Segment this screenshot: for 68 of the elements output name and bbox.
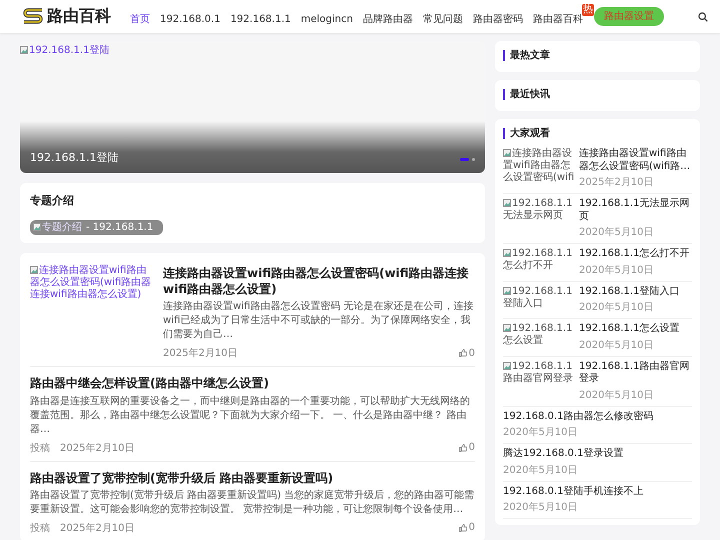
widget-title: 最热文章 xyxy=(503,50,692,61)
post-title[interactable]: 腾达192.168.0.1登录设置 xyxy=(503,448,692,460)
nav-link[interactable]: 首页 xyxy=(125,12,155,26)
broken-image-icon xyxy=(503,249,511,257)
post-date: 2020年5月10日 xyxy=(579,226,655,239)
like-count: 0 xyxy=(468,348,475,359)
broken-image-icon xyxy=(503,286,511,294)
post-title[interactable]: 192.168.1.1怎么打不开 xyxy=(579,248,692,260)
broken-image-icon xyxy=(503,199,511,207)
article-title[interactable]: 路由器中继会怎样设置(路由器中继怎么设置) xyxy=(30,375,475,392)
post-date: 2020年5月10日 xyxy=(579,338,655,352)
article-excerpt: 路由器是连接互联网的重要设备之一，而中继则是路由器的一个重要功能，可以帮助扩大无线网络的覆盖范围。那么，路由器中继怎么设置呢？下面就为大家介绍一下。 一、什么是路由器中继？ 路由器… xyxy=(30,394,471,437)
like-count: 0 xyxy=(468,522,475,534)
nav-link[interactable]: 常见问题 xyxy=(418,12,468,26)
post-title[interactable]: 192.168.1.1路由器官网登录 xyxy=(579,360,692,386)
broken-image-icon xyxy=(503,362,511,370)
article-date: 2025年2月10日 xyxy=(60,442,135,455)
thumbs-up-icon[interactable] xyxy=(458,524,467,532)
article-title[interactable]: 路由器设置了宽带控制(宽带升级后 路由器要重新设置吗) xyxy=(30,470,475,486)
image-alt-text[interactable]: 192.168.1.1怎么打不开 xyxy=(503,248,575,276)
article-author[interactable]: 投稿 xyxy=(30,520,50,535)
article-author[interactable]: 投稿 xyxy=(30,440,50,455)
image-alt-text[interactable]: 192.168.1.1无法显示网页 xyxy=(503,198,575,239)
article-excerpt: 连接路由器设置wifi路由器怎么设置密码 无论是在家还是在公司，连接wifi已经成为了日常生活中不可或缺的一部分。为了保障网络安全，我们需要为自己… xyxy=(163,300,474,342)
thumbs-up-icon[interactable] xyxy=(458,444,467,452)
post-date: 2020年5月10日 xyxy=(503,501,579,514)
post-title[interactable]: 192.168.0.1路由器怎么修改密码 xyxy=(503,410,692,423)
broken-image-icon xyxy=(503,324,511,332)
nav-link[interactable]: 192.168.0.1 xyxy=(155,14,226,25)
image-alt-text[interactable]: 192.168.1.1路由器官网登录 xyxy=(503,360,575,402)
article-date: 2025年2月10日 xyxy=(163,347,238,360)
post-date: 2025年2月10日 xyxy=(579,176,655,189)
post-title[interactable]: 192.168.0.1登陆手机连接不上 xyxy=(503,486,692,498)
article-excerpt: 路由器设置了宽带控制(宽带升级后 路由器要重新设置吗) 当您的家庭宽带升级后，您的路由器可能需要重新设置。这可能会影响您的宽带控制设置。 宽带控制是一种功能，可让您限制每个设备使用… xyxy=(30,488,475,517)
post-date: 2020年5月10日 xyxy=(579,388,655,402)
post-date: 2020年5月10日 xyxy=(503,426,579,439)
nav-link[interactable]: 192.168.1.1 xyxy=(225,14,296,25)
post-date: 2020年5月10日 xyxy=(579,264,655,276)
site-logo[interactable]: 路由百科 xyxy=(47,6,111,27)
post-title[interactable]: 连接路由器设置wifi路由器怎么设置密码(wifi路… xyxy=(579,148,692,173)
like-count: 0 xyxy=(468,442,475,454)
broken-image-icon xyxy=(30,266,38,274)
image-alt-text: 192.168.1.1登陆 xyxy=(20,41,110,57)
article-date: 2025年2月10日 xyxy=(60,522,135,535)
post-title[interactable]: 192.168.1.1登陆入口 xyxy=(579,286,692,298)
broken-image-icon xyxy=(503,149,511,157)
image-alt-text[interactable]: 192.168.1.1怎么设置 xyxy=(503,323,575,352)
slide-caption[interactable]: 192.168.1.1登陆 xyxy=(30,150,118,165)
image-alt-text[interactable]: 192.168.1.1登陆入口 xyxy=(503,286,575,314)
post-title[interactable]: 192.168.1.1怎么设置 xyxy=(579,323,692,336)
post-date: 2020年5月10日 xyxy=(579,301,655,314)
post-date: 2020年5月10日 xyxy=(503,464,579,476)
hot-badge: 热 xyxy=(582,4,594,16)
nav-link[interactable]: 品牌路由器 xyxy=(358,12,418,26)
broken-image-icon xyxy=(33,223,41,231)
widget-title: 大家观看 xyxy=(503,128,692,139)
logo-icon xyxy=(22,8,44,26)
image-alt-text[interactable]: 连接路由器设置wifi路由器怎么设置密码(wifi路由器连接wifi路由器怎么设置) xyxy=(30,265,155,360)
slide-dot[interactable] xyxy=(472,158,475,161)
widget-title: 最近快讯 xyxy=(503,89,692,100)
post-title[interactable]: 192.168.1.1无法显示网页 xyxy=(579,198,692,223)
nav-link[interactable]: melogincn xyxy=(296,14,358,25)
nav-link[interactable]: 路由器密码 xyxy=(468,12,528,26)
image-alt-text[interactable]: 连接路由器设置wifi路由器怎么设置密码(wifi xyxy=(503,148,575,189)
thumbs-up-icon[interactable] xyxy=(458,349,467,358)
search-icon[interactable] xyxy=(698,12,708,22)
article-title[interactable]: 连接路由器设置wifi路由器怎么设置密码(wifi路由器连接wifi路由器怎么设置) xyxy=(163,265,475,298)
section-title: 专题介绍 xyxy=(30,193,75,208)
